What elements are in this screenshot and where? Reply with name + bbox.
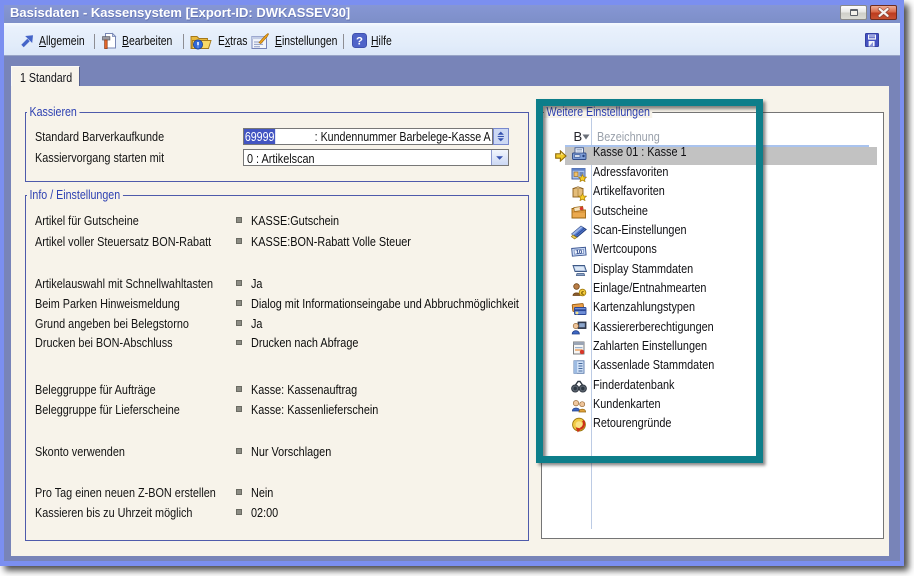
svg-text:?: ? <box>356 35 363 47</box>
